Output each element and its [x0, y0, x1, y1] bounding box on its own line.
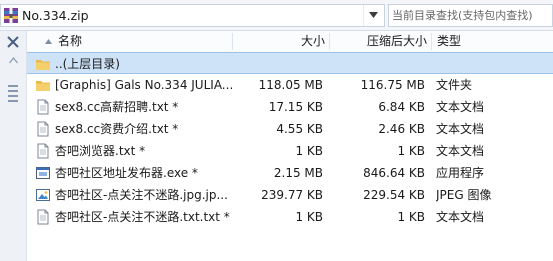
folder-icon [36, 81, 50, 91]
exe-file-icon [36, 167, 50, 179]
file-size: 2.15 MB [273, 166, 323, 180]
text-file-icon [37, 121, 49, 137]
column-size[interactable]: 大小 [233, 31, 325, 52]
splitter-grip-icon[interactable] [8, 85, 18, 113]
file-size: 1 KB [295, 144, 323, 158]
file-type: 文本文档 [436, 144, 485, 158]
column-compressed-size[interactable]: 压缩后大小 [335, 31, 427, 52]
path-box[interactable]: No.334.zip [0, 4, 385, 27]
side-strip [0, 31, 27, 261]
file-size: 239.77 KB [261, 188, 323, 202]
file-compressed-size: 846.64 KB [363, 166, 425, 180]
file-type: 文本文档 [436, 100, 485, 114]
file-row[interactable]: sex8.cc资费介绍.txt * 4.55 KB 2.46 KB 文本文档 [27, 118, 553, 140]
file-row[interactable]: 杏吧社区-点关注不迷路.jpg.jp... 239.77 KB 229.54 KB J… [27, 184, 553, 206]
file-row[interactable]: [Graphis] Gals No.334 JULIA... 118.05 MB 1… [27, 74, 553, 96]
text-file-icon [37, 209, 49, 225]
chevron-down-icon [369, 12, 378, 18]
zip-archive-icon [4, 7, 18, 24]
file-row[interactable]: 杏吧社区地址发布器.exe * 2.15 MB 846.64 KB 应用程序 [27, 162, 553, 184]
search-box[interactable] [388, 4, 553, 27]
text-file-icon [37, 143, 49, 159]
file-type: 文本文档 [436, 210, 485, 224]
image-file-icon [36, 189, 50, 201]
file-type: JPEG 图像 [436, 188, 492, 202]
file-row[interactable]: 杏吧社区-点关注不迷路.txt.txt * 1 KB 1 KB 文本文档 [27, 206, 553, 228]
address-bar: No.334.zip [0, 0, 553, 31]
file-compressed-size [325, 53, 425, 75]
file-type: 文件夹 [436, 78, 473, 92]
sort-ascending-icon [45, 39, 52, 44]
path-dropdown-button[interactable] [363, 5, 384, 26]
file-type: 应用程序 [436, 166, 485, 180]
column-name[interactable]: 名称 [58, 31, 82, 52]
file-type: 文本文档 [436, 122, 485, 136]
file-size [223, 53, 323, 75]
file-list: 名称 大小 压缩后大小 类型 ..(上层目录) [Graphis] Gals No… [27, 31, 553, 261]
file-size: 1 KB [295, 210, 323, 224]
file-compressed-size: 1 KB [397, 144, 425, 158]
file-compressed-size: 6.84 KB [378, 100, 425, 114]
file-compressed-size: 116.75 MB [360, 78, 425, 92]
file-compressed-size: 1 KB [397, 210, 425, 224]
path-text: No.334.zip [22, 8, 89, 23]
column-header: 名称 大小 压缩后大小 类型 [27, 31, 553, 53]
file-size: 118.05 MB [258, 78, 323, 92]
text-file-icon [37, 99, 49, 115]
arrow-up-icon[interactable] [9, 56, 18, 65]
file-size: 4.55 KB [276, 122, 323, 136]
file-row[interactable]: 杏吧浏览器.txt * 1 KB 1 KB 文本文档 [27, 140, 553, 162]
column-type[interactable]: 类型 [437, 31, 461, 52]
parent-directory-row[interactable]: ..(上层目录) [27, 52, 553, 74]
folder-up-icon [36, 60, 50, 70]
search-input[interactable] [392, 7, 550, 24]
file-compressed-size: 2.46 KB [378, 122, 425, 136]
close-icon[interactable] [7, 36, 19, 48]
file-compressed-size: 229.54 KB [363, 188, 425, 202]
file-row[interactable]: sex8.cc高薪招聘.txt * 17.15 KB 6.84 KB 文本文档 [27, 96, 553, 118]
file-type [436, 53, 546, 75]
file-size: 17.15 KB [268, 100, 323, 114]
